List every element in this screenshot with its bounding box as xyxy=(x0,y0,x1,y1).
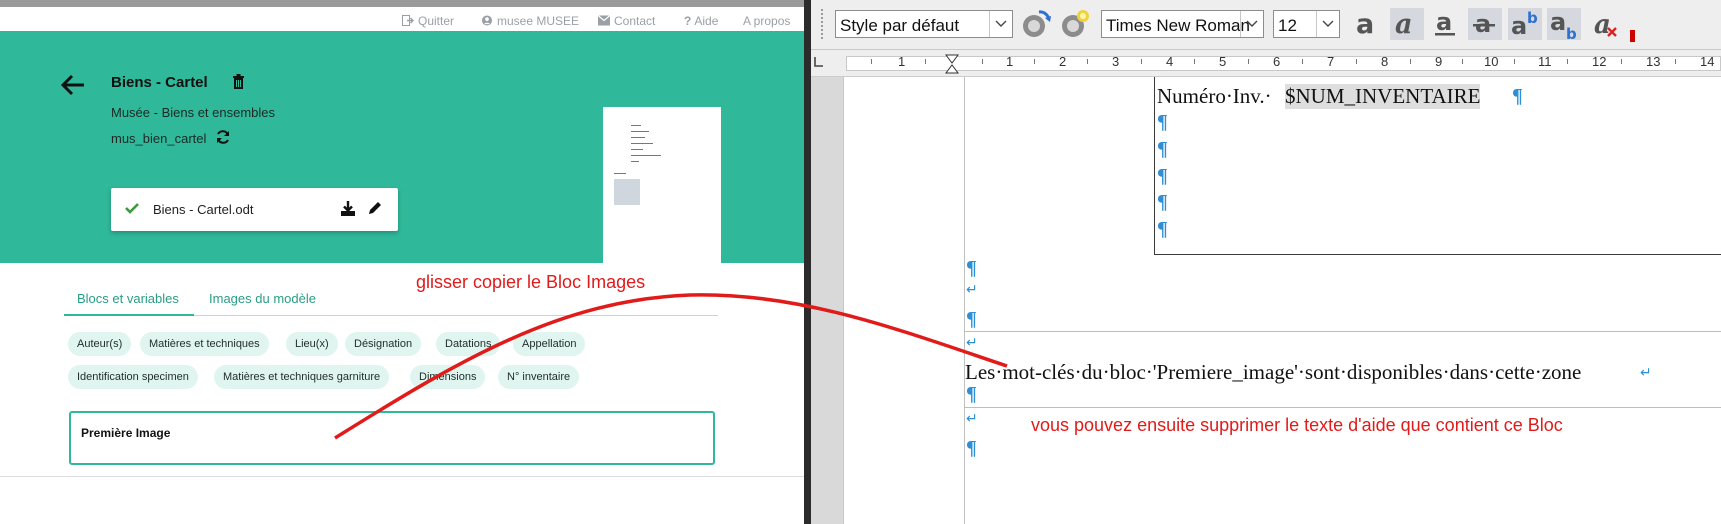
drag-arrow xyxy=(334,293,1008,440)
